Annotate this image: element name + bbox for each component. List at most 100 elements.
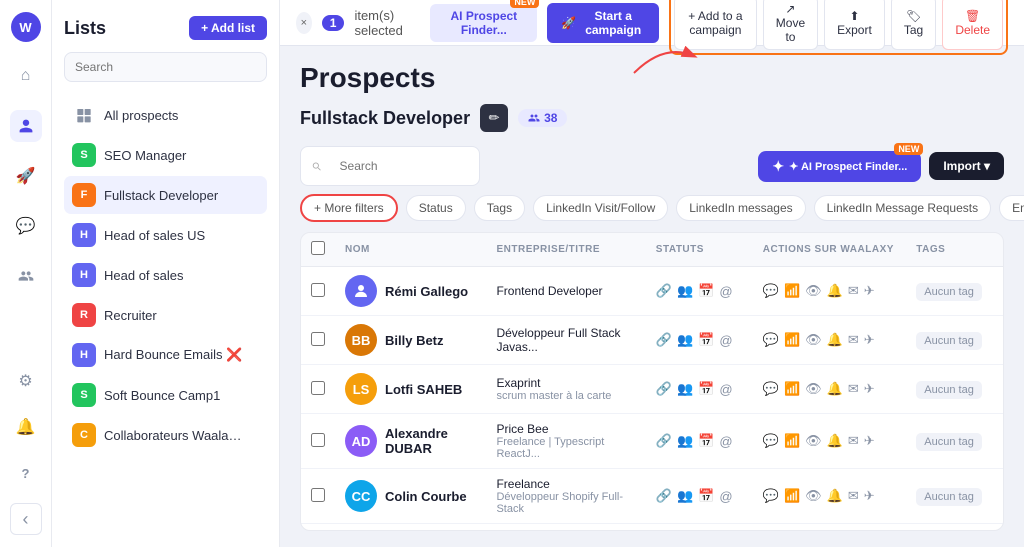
- sidebar-item-settings[interactable]: ⚙: [10, 365, 42, 397]
- mail-icon[interactable]: ✉: [848, 332, 859, 348]
- msg-icon[interactable]: 💬: [763, 381, 779, 397]
- sidebar-item-soft-bounce[interactable]: S Soft Bounce Camp1: [64, 376, 267, 414]
- sidebar-item-collaborateurs[interactable]: C Collaborateurs Waala…: [64, 416, 267, 454]
- group-icon[interactable]: 👥: [677, 332, 693, 348]
- link-icon[interactable]: 🔗: [656, 283, 672, 299]
- sidebar-item-seo-manager[interactable]: S SEO Manager: [64, 136, 267, 174]
- bell-icon[interactable]: 🔔: [827, 283, 843, 299]
- eye-icon[interactable]: 👁: [805, 283, 822, 299]
- row-checkbox[interactable]: [311, 332, 325, 346]
- at-icon[interactable]: @: [719, 284, 732, 299]
- msg-icon[interactable]: 💬: [763, 488, 779, 504]
- ai-prospect-finder-topbar-button[interactable]: AI Prospect Finder... NEW: [430, 4, 537, 42]
- filter-linkedin-message-requests[interactable]: LinkedIn Message Requests: [814, 195, 991, 221]
- export-button[interactable]: ⬆ Export: [824, 0, 885, 50]
- sidebar-item-head-sales-us[interactable]: H Head of sales US: [64, 216, 267, 254]
- mail-icon[interactable]: ✉: [848, 488, 859, 504]
- msg-icon[interactable]: 💬: [763, 332, 779, 348]
- row-checkbox[interactable]: [311, 283, 325, 297]
- sidebar-item-help[interactable]: ?: [10, 457, 42, 489]
- group-icon[interactable]: 👥: [677, 488, 693, 504]
- delete-button[interactable]: 🗑 Delete: [942, 0, 1003, 50]
- bell-icon[interactable]: 🔔: [827, 381, 843, 397]
- link-icon[interactable]: 🔗: [656, 433, 672, 449]
- wifi-icon[interactable]: 📶: [784, 332, 800, 348]
- send-icon[interactable]: ✈: [864, 283, 875, 299]
- send-icon[interactable]: ✈: [864, 381, 875, 397]
- wifi-icon[interactable]: 📶: [784, 381, 800, 397]
- group-icon[interactable]: 👥: [677, 283, 693, 299]
- filter-linkedin-visit[interactable]: LinkedIn Visit/Follow: [533, 195, 668, 221]
- msg-icon[interactable]: 💬: [763, 283, 779, 299]
- lists-search-input[interactable]: [64, 52, 267, 82]
- edit-list-button[interactable]: ✏: [480, 104, 508, 132]
- add-list-button[interactable]: + Add list: [189, 16, 267, 40]
- calendar-icon[interactable]: 📅: [698, 381, 714, 397]
- wifi-icon[interactable]: 📶: [784, 283, 800, 299]
- wifi-icon[interactable]: 📶: [784, 433, 800, 449]
- bell-icon[interactable]: 🔔: [827, 433, 843, 449]
- sidebar-collapse-btn[interactable]: ‹: [10, 503, 42, 535]
- group-icon[interactable]: 👥: [677, 433, 693, 449]
- close-selection-button[interactable]: ×: [296, 12, 312, 34]
- sidebar-item-home[interactable]: ⌂: [10, 60, 42, 92]
- start-campaign-button[interactable]: 🚀 Start a campaign: [547, 3, 659, 43]
- calendar-icon[interactable]: 📅: [698, 283, 714, 299]
- link-icon[interactable]: 🔗: [656, 381, 672, 397]
- eye-icon[interactable]: 👁: [805, 433, 822, 449]
- calendar-icon[interactable]: 📅: [698, 433, 714, 449]
- group-icon[interactable]: 👥: [677, 381, 693, 397]
- at-icon[interactable]: @: [719, 434, 732, 449]
- link-icon[interactable]: 🔗: [656, 488, 672, 504]
- select-all-checkbox[interactable]: [311, 241, 325, 255]
- mail-icon[interactable]: ✉: [848, 283, 859, 299]
- link-icon[interactable]: 🔗: [656, 332, 672, 348]
- sidebar: W ⌂ 🚀 💬 ⚙ 🔔 ? ‹: [0, 0, 52, 547]
- eye-icon[interactable]: 👁: [805, 381, 822, 397]
- send-icon[interactable]: ✈: [864, 488, 875, 504]
- row-checkbox[interactable]: [311, 381, 325, 395]
- filter-email[interactable]: Email: [999, 195, 1024, 221]
- filter-tags[interactable]: Tags: [474, 195, 525, 221]
- import-button[interactable]: Import ▾: [929, 152, 1004, 180]
- filter-status[interactable]: Status: [406, 195, 466, 221]
- tag-button[interactable]: 🏷 Tag: [891, 0, 937, 50]
- at-icon[interactable]: @: [719, 489, 732, 504]
- ai-prospect-finder-main-button[interactable]: ✦ ✦ AI Prospect Finder... NEW: [758, 151, 921, 182]
- bell-icon[interactable]: 🔔: [827, 488, 843, 504]
- sidebar-item-all-prospects[interactable]: All prospects: [64, 96, 267, 134]
- mail-icon[interactable]: ✉: [848, 381, 859, 397]
- sidebar-item-recruiter[interactable]: R Recruiter: [64, 296, 267, 334]
- mail-icon[interactable]: ✉: [848, 433, 859, 449]
- wifi-icon[interactable]: 📶: [784, 488, 800, 504]
- more-filters-button[interactable]: + More filters: [300, 194, 398, 222]
- send-icon[interactable]: ✈: [864, 332, 875, 348]
- calendar-icon[interactable]: 📅: [698, 488, 714, 504]
- move-to-button[interactable]: ↗ Move to: [763, 0, 818, 50]
- at-icon[interactable]: @: [719, 333, 732, 348]
- eye-icon[interactable]: 👁: [805, 332, 822, 348]
- sidebar-item-message[interactable]: 💬: [10, 210, 42, 242]
- at-icon[interactable]: @: [719, 382, 732, 397]
- bell-icon[interactable]: 🔔: [827, 332, 843, 348]
- sidebar-item-fullstack[interactable]: F Fullstack Developer: [64, 176, 267, 214]
- avatar: [345, 275, 377, 307]
- row-checkbox[interactable]: [311, 488, 325, 502]
- sidebar-item-head-sales[interactable]: H Head of sales: [64, 256, 267, 294]
- avatar: AD: [345, 425, 377, 457]
- sidebar-item-people[interactable]: [10, 110, 42, 142]
- rocket-icon: 🚀: [561, 16, 576, 30]
- calendar-icon[interactable]: 📅: [698, 332, 714, 348]
- eye-icon[interactable]: 👁: [805, 488, 822, 504]
- send-icon[interactable]: ✈: [864, 433, 875, 449]
- sidebar-item-rocket[interactable]: 🚀: [10, 160, 42, 192]
- brand-logo[interactable]: W: [11, 12, 41, 42]
- filter-linkedin-messages[interactable]: LinkedIn messages: [676, 195, 805, 221]
- add-to-campaign-button[interactable]: + Add to a campaign: [674, 0, 757, 50]
- row-checkbox[interactable]: [311, 433, 325, 447]
- sidebar-item-bell[interactable]: 🔔: [10, 411, 42, 443]
- msg-icon[interactable]: 💬: [763, 433, 779, 449]
- sidebar-item-hard-bounce[interactable]: H Hard Bounce Emails ❌: [64, 336, 267, 374]
- prospects-search-input[interactable]: [328, 152, 469, 180]
- sidebar-item-group[interactable]: [10, 260, 42, 292]
